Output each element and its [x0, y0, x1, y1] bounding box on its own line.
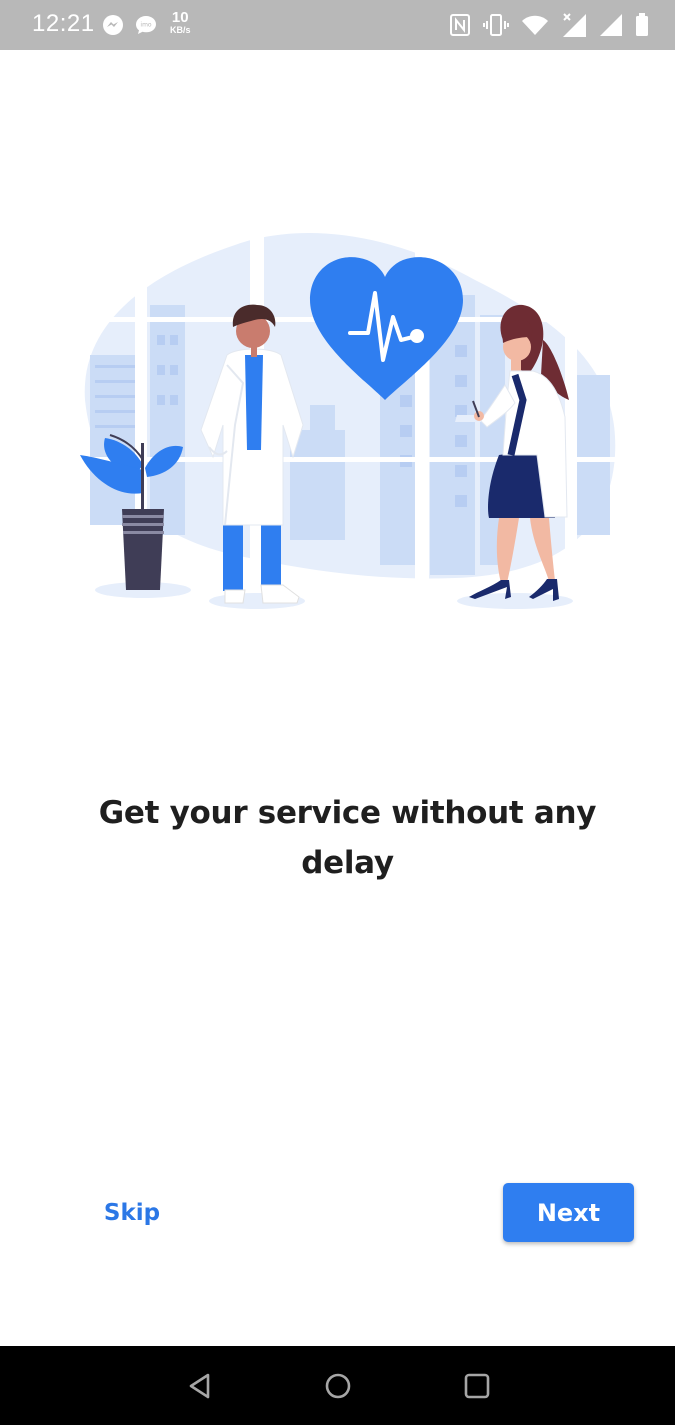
- navigation-bar: [0, 1346, 675, 1425]
- system-status-icons: [449, 11, 649, 39]
- next-button[interactable]: Next: [503, 1183, 634, 1242]
- onboarding-title: Get your service without any delay: [98, 795, 597, 881]
- skip-button[interactable]: Skip: [92, 1188, 172, 1238]
- wifi-icon: [521, 14, 549, 36]
- notification-icons: imo: [102, 12, 158, 38]
- status-time: 12:21: [32, 10, 95, 37]
- recents-icon[interactable]: [457, 1366, 497, 1406]
- signal-icon: [599, 13, 623, 37]
- imo-icon: imo: [134, 14, 158, 36]
- messenger-icon: [102, 14, 124, 36]
- network-speed-value: 10: [171, 9, 189, 26]
- svg-text:imo: imo: [140, 22, 152, 29]
- nfc-icon: [449, 13, 471, 37]
- status-bar: 12:21 imo 10 KB/s: [0, 0, 675, 50]
- vibrate-icon: [483, 13, 509, 37]
- doctors-heart-illustration: [75, 225, 620, 615]
- battery-icon: [635, 13, 649, 37]
- network-speed: 10 KB/s: [170, 10, 191, 35]
- home-icon[interactable]: [318, 1366, 358, 1406]
- network-speed-unit: KB/s: [170, 25, 191, 35]
- back-icon[interactable]: [180, 1366, 220, 1406]
- signal-x-icon: [561, 12, 587, 38]
